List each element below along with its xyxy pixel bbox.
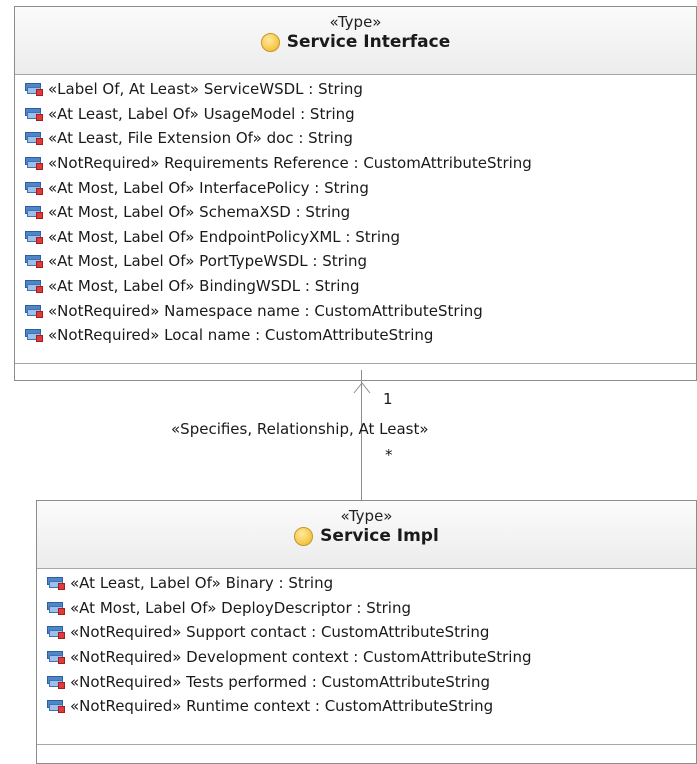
private-attribute-icon	[47, 650, 65, 665]
class-stereotype: «Type»	[329, 13, 382, 31]
private-attribute-icon	[25, 82, 43, 97]
private-attribute-icon	[25, 131, 43, 146]
class-circle-icon	[294, 526, 314, 546]
attribute-row[interactable]: «At Least, Label Of» UsageModel : String	[25, 102, 696, 127]
attribute-row[interactable]: «At Least, Label Of» Binary : String	[47, 571, 696, 596]
attribute-row[interactable]: «NotRequired» Development context : Cust…	[47, 645, 696, 670]
association-stereotype: «Specifies, Relationship, At Least»	[171, 420, 429, 438]
attribute-row[interactable]: «At Most, Label Of» BindingWSDL : String	[25, 274, 696, 299]
attribute-label: «At Least, Label Of» Binary : String	[70, 574, 334, 593]
attribute-label: «At Most, Label Of» SchemaXSD : String	[48, 203, 351, 222]
operation-compartment	[15, 363, 696, 380]
private-attribute-icon	[25, 107, 43, 121]
attribute-row[interactable]: «At Most, Label Of» SchemaXSD : String	[25, 200, 696, 225]
attribute-label: «NotRequired» Local name : CustomAttribu…	[48, 326, 434, 345]
private-attribute-icon	[47, 576, 65, 591]
operation-compartment	[37, 744, 696, 763]
private-attribute-icon	[25, 230, 43, 244]
private-attribute-icon	[25, 304, 43, 318]
attribute-label: «At Most, Label Of» EndpointPolicyXML : …	[48, 227, 401, 246]
attribute-label: «At Most, Label Of» InterfacePolicy : St…	[48, 178, 369, 197]
private-attribute-icon	[47, 699, 65, 714]
association-arrowhead-icon	[353, 382, 371, 394]
attribute-row[interactable]: «At Most, Label Of» PortTypeWSDL : Strin…	[25, 249, 696, 274]
class-title-row: Service Impl	[37, 525, 696, 552]
class-circle-icon	[260, 32, 280, 52]
private-attribute-icon	[25, 181, 43, 195]
target-multiplicity: 1	[383, 390, 393, 408]
attribute-label: «NotRequired» Tests performed : CustomAt…	[70, 672, 490, 691]
attribute-label: «NotRequired» Namespace name : CustomAtt…	[48, 301, 483, 320]
attribute-compartment: «At Least, Label Of» Binary : String «At …	[37, 569, 696, 719]
class-service-impl[interactable]: «Type» Service Impl «At Least, Label Of»…	[36, 500, 697, 764]
attribute-label: «At Most, Label Of» DeployDescriptor : S…	[70, 598, 411, 617]
source-multiplicity: *	[385, 446, 393, 464]
attribute-label: «NotRequired» Requirements Reference : C…	[48, 154, 532, 173]
attribute-label: «Label Of, At Least» ServiceWSDL : Strin…	[48, 80, 363, 99]
attribute-row[interactable]: «At Most, Label Of» InterfacePolicy : St…	[25, 175, 696, 200]
attribute-row[interactable]: «Label Of, At Least» ServiceWSDL : Strin…	[25, 77, 696, 102]
class-title-row: Service Interface	[15, 31, 696, 58]
class-name: Service Impl	[320, 526, 439, 546]
private-attribute-icon	[47, 675, 65, 689]
private-attribute-icon	[25, 328, 43, 343]
attribute-row[interactable]: «At Most, Label Of» DeployDescriptor : S…	[47, 596, 696, 621]
attribute-row[interactable]: «NotRequired» Requirements Reference : C…	[25, 151, 696, 176]
attribute-label: «NotRequired» Support contact : CustomAt…	[70, 623, 490, 642]
attribute-compartment: «Label Of, At Least» ServiceWSDL : Strin…	[15, 75, 696, 348]
class-service-interface[interactable]: «Type» Service Interface «Label Of, At L…	[14, 6, 697, 381]
attribute-row[interactable]: «NotRequired» Local name : CustomAttribu…	[25, 323, 696, 348]
attribute-label: «At Least, File Extension Of» doc : Stri…	[48, 129, 353, 148]
attribute-row[interactable]: «At Most, Label Of» EndpointPolicyXML : …	[25, 225, 696, 250]
attribute-label: «NotRequired» Development context : Cust…	[70, 648, 532, 667]
attribute-label: «At Least, Label Of» UsageModel : String	[48, 104, 355, 123]
attribute-row[interactable]: «NotRequired» Namespace name : CustomAtt…	[25, 298, 696, 323]
attribute-row[interactable]: «NotRequired» Support contact : CustomAt…	[47, 620, 696, 645]
private-attribute-icon	[47, 601, 65, 615]
attribute-row[interactable]: «NotRequired» Tests performed : CustomAt…	[47, 669, 696, 694]
private-attribute-icon	[25, 279, 43, 294]
private-attribute-icon	[47, 625, 65, 640]
private-attribute-icon	[25, 254, 43, 269]
attribute-label: «NotRequired» Runtime context : CustomAt…	[70, 697, 494, 716]
class-header: «Type» Service Interface	[15, 7, 696, 75]
attribute-label: «At Most, Label Of» BindingWSDL : String	[48, 277, 360, 296]
class-stereotype: «Type»	[340, 507, 393, 525]
attribute-row[interactable]: «NotRequired» Runtime context : CustomAt…	[47, 694, 696, 719]
attribute-row[interactable]: «At Least, File Extension Of» doc : Stri…	[25, 126, 696, 151]
private-attribute-icon	[25, 205, 43, 220]
attribute-label: «At Most, Label Of» PortTypeWSDL : Strin…	[48, 252, 367, 271]
private-attribute-icon	[25, 156, 43, 171]
class-header: «Type» Service Impl	[37, 501, 696, 569]
class-name: Service Interface	[286, 32, 451, 52]
